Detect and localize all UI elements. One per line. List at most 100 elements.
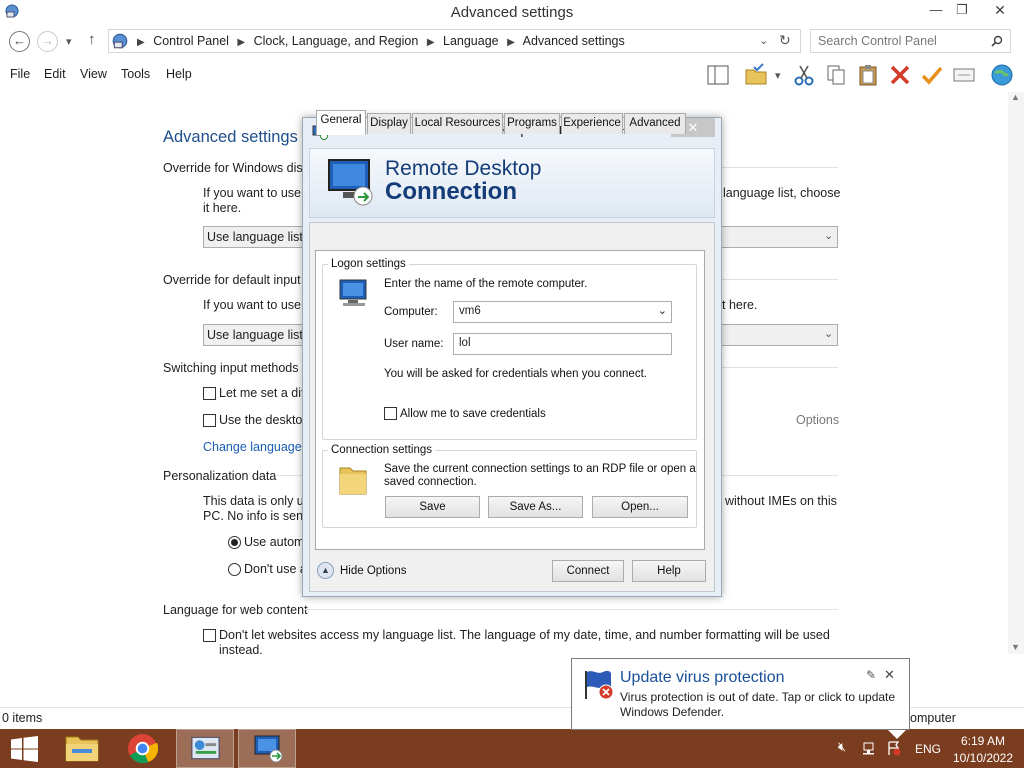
toast-title: Update virus protection: [620, 669, 785, 686]
menu-file[interactable]: File: [10, 67, 30, 81]
radio-label: Don't use a: [244, 562, 307, 576]
scroll-up-icon[interactable]: ▲: [1011, 92, 1020, 102]
properties-icon[interactable]: [952, 63, 976, 87]
refresh-icon[interactable]: ↻: [779, 32, 791, 49]
computer-combobox[interactable]: vm6 ⌄: [453, 301, 672, 323]
save-as-button[interactable]: Save As...: [488, 496, 583, 518]
chevron-down-icon[interactable]: ⌄: [658, 304, 667, 317]
close-button[interactable]: ✕: [978, 0, 1022, 22]
restore-button[interactable]: ❐: [948, 0, 976, 22]
vertical-scrollbar[interactable]: ▲ ▼: [1008, 92, 1024, 654]
description-text: language list, choose: [723, 186, 841, 200]
action-center-flag-icon[interactable]: [886, 740, 902, 756]
save-button[interactable]: Save: [385, 496, 480, 518]
description-text: without IMEs on this: [725, 494, 837, 508]
taskbar-chrome[interactable]: [114, 729, 172, 768]
breadcrumb: ▶ Control Panel ▶ Clock, Language, and R…: [137, 34, 625, 48]
pin-icon[interactable]: ✎: [866, 668, 876, 682]
layout-pane-icon[interactable]: [706, 63, 730, 87]
zone-label: omputer: [910, 711, 956, 725]
help-button[interactable]: Help: [632, 560, 706, 582]
switch-per-app-checkbox[interactable]: [203, 387, 216, 400]
checkbox-label: Use the desktop: [219, 413, 310, 427]
menu-help[interactable]: Help: [166, 67, 192, 81]
chrome-icon: [127, 733, 158, 764]
computer-icon: [339, 279, 367, 306]
web-language-list-checkbox[interactable]: [203, 629, 216, 642]
recent-locations-icon[interactable]: ▾: [66, 35, 72, 48]
breadcrumb-item[interactable]: Clock, Language, and Region: [254, 34, 419, 48]
clock-date[interactable]: 10/10/2022: [950, 751, 1016, 765]
minimize-button[interactable]: —: [922, 0, 950, 22]
breadcrumb-item[interactable]: Language: [443, 34, 499, 48]
checkbox-label: Let me set a diff: [219, 386, 308, 400]
address-dropdown-icon[interactable]: ⌄: [759, 34, 768, 47]
search-placeholder: Search Control Panel: [818, 34, 937, 48]
breadcrumb-item[interactable]: Advanced settings: [523, 34, 625, 48]
menu-edit[interactable]: Edit: [44, 67, 66, 81]
globe-icon[interactable]: [990, 63, 1014, 87]
description-text: If you want to use: [203, 298, 301, 312]
taskbar-file-explorer[interactable]: [54, 729, 112, 768]
check-icon[interactable]: [920, 63, 944, 87]
search-icon[interactable]: [991, 35, 1003, 47]
copy-icon[interactable]: [824, 63, 848, 87]
tab-general[interactable]: General: [316, 110, 366, 135]
select-value: Use language list (: [207, 328, 311, 342]
tab-experience[interactable]: Experience: [561, 113, 623, 134]
file-explorer-icon: [65, 736, 99, 762]
menu-view[interactable]: View: [80, 67, 107, 81]
section-heading: Personalization data: [163, 469, 277, 483]
tab-display[interactable]: Display: [367, 113, 411, 134]
delete-icon[interactable]: [888, 63, 912, 87]
connect-button[interactable]: Connect: [552, 560, 624, 582]
scroll-down-icon[interactable]: ▼: [1011, 642, 1020, 652]
checkbox-label: Allow me to save credentials: [400, 408, 546, 420]
use-autolearn-radio[interactable]: [228, 536, 241, 549]
description-text: t here.: [722, 298, 758, 312]
language-indicator[interactable]: ENG: [915, 742, 941, 756]
windows-start-icon[interactable]: [11, 736, 38, 762]
banner-title-line2: Connection: [385, 178, 517, 205]
desktop-language-bar-checkbox[interactable]: [203, 414, 216, 427]
description-text: it here.: [203, 201, 242, 215]
collapse-icon[interactable]: ▲: [317, 562, 334, 579]
clock-time[interactable]: 6:19 AM: [958, 734, 1008, 748]
control-panel-icon: [191, 736, 220, 760]
chevron-down-icon: ⌄: [824, 328, 834, 340]
open-button[interactable]: Open...: [592, 496, 688, 518]
breadcrumb-item[interactable]: Control Panel: [153, 34, 229, 48]
description-text: If you want to use: [203, 186, 301, 200]
taskbar-control-panel[interactable]: [176, 729, 234, 768]
username-label: User name:: [384, 338, 444, 350]
logon-prompt: Enter the name of the remote computer.: [384, 278, 588, 290]
tab-programs[interactable]: Programs: [504, 113, 560, 134]
up-icon[interactable]: ↑: [88, 31, 96, 48]
options-link[interactable]: Options: [796, 413, 839, 427]
allow-save-credentials-checkbox[interactable]: [384, 407, 397, 420]
hide-options-link[interactable]: Hide Options: [340, 565, 406, 577]
tab-local-resources[interactable]: Local Resources: [412, 113, 503, 134]
change-language-bar-hotkeys-link[interactable]: Change language: [203, 440, 302, 454]
toast-close-icon[interactable]: ✕: [884, 667, 895, 683]
dropdown-icon[interactable]: ▾: [775, 69, 781, 82]
network-icon[interactable]: [862, 740, 878, 756]
divider: [722, 367, 838, 368]
forward-button[interactable]: →: [37, 31, 58, 52]
dont-use-autolearn-radio[interactable]: [228, 563, 241, 576]
group-label: Connection settings: [328, 444, 436, 456]
back-button[interactable]: ←: [9, 31, 30, 52]
divider: [722, 279, 838, 280]
taskbar-remote-desktop[interactable]: [238, 729, 296, 768]
cut-icon[interactable]: [792, 63, 816, 87]
menu-tools[interactable]: Tools: [121, 67, 150, 81]
paste-icon[interactable]: [856, 63, 880, 87]
remote-desktop-icon: [328, 159, 373, 206]
connection-text: saved connection.: [384, 476, 477, 488]
tab-advanced[interactable]: Advanced: [624, 113, 686, 134]
chevron-down-icon: ⌄: [824, 230, 834, 242]
folder-check-icon[interactable]: [744, 63, 768, 87]
computer-value: vm6: [459, 305, 481, 317]
username-input[interactable]: lol: [453, 333, 672, 355]
volume-muted-icon[interactable]: 🔇︎: [838, 739, 846, 755]
